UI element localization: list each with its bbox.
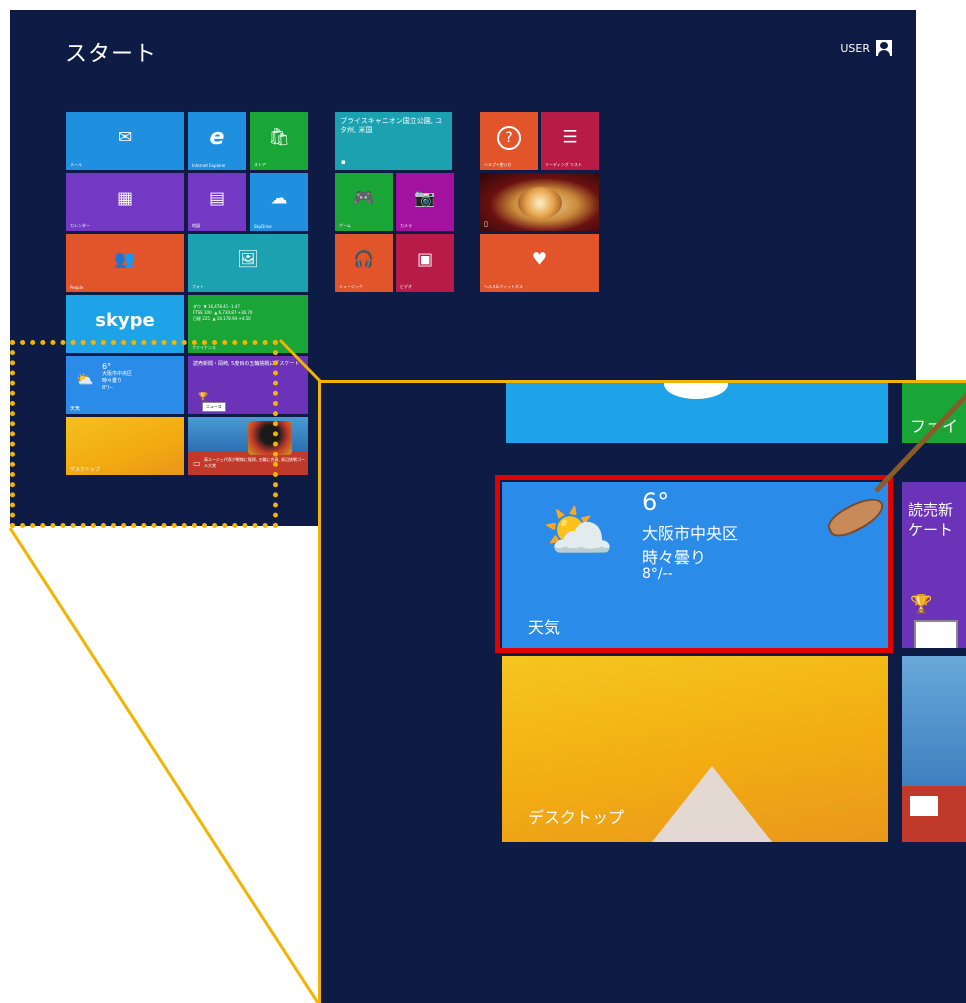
zoom-panel: ファイ ⛅ 6° 大阪市中央区 時々曇り 8°/-- 天気 読売新 ケート 🏆 … [318,380,966,1003]
pointer-stick [874,392,966,493]
